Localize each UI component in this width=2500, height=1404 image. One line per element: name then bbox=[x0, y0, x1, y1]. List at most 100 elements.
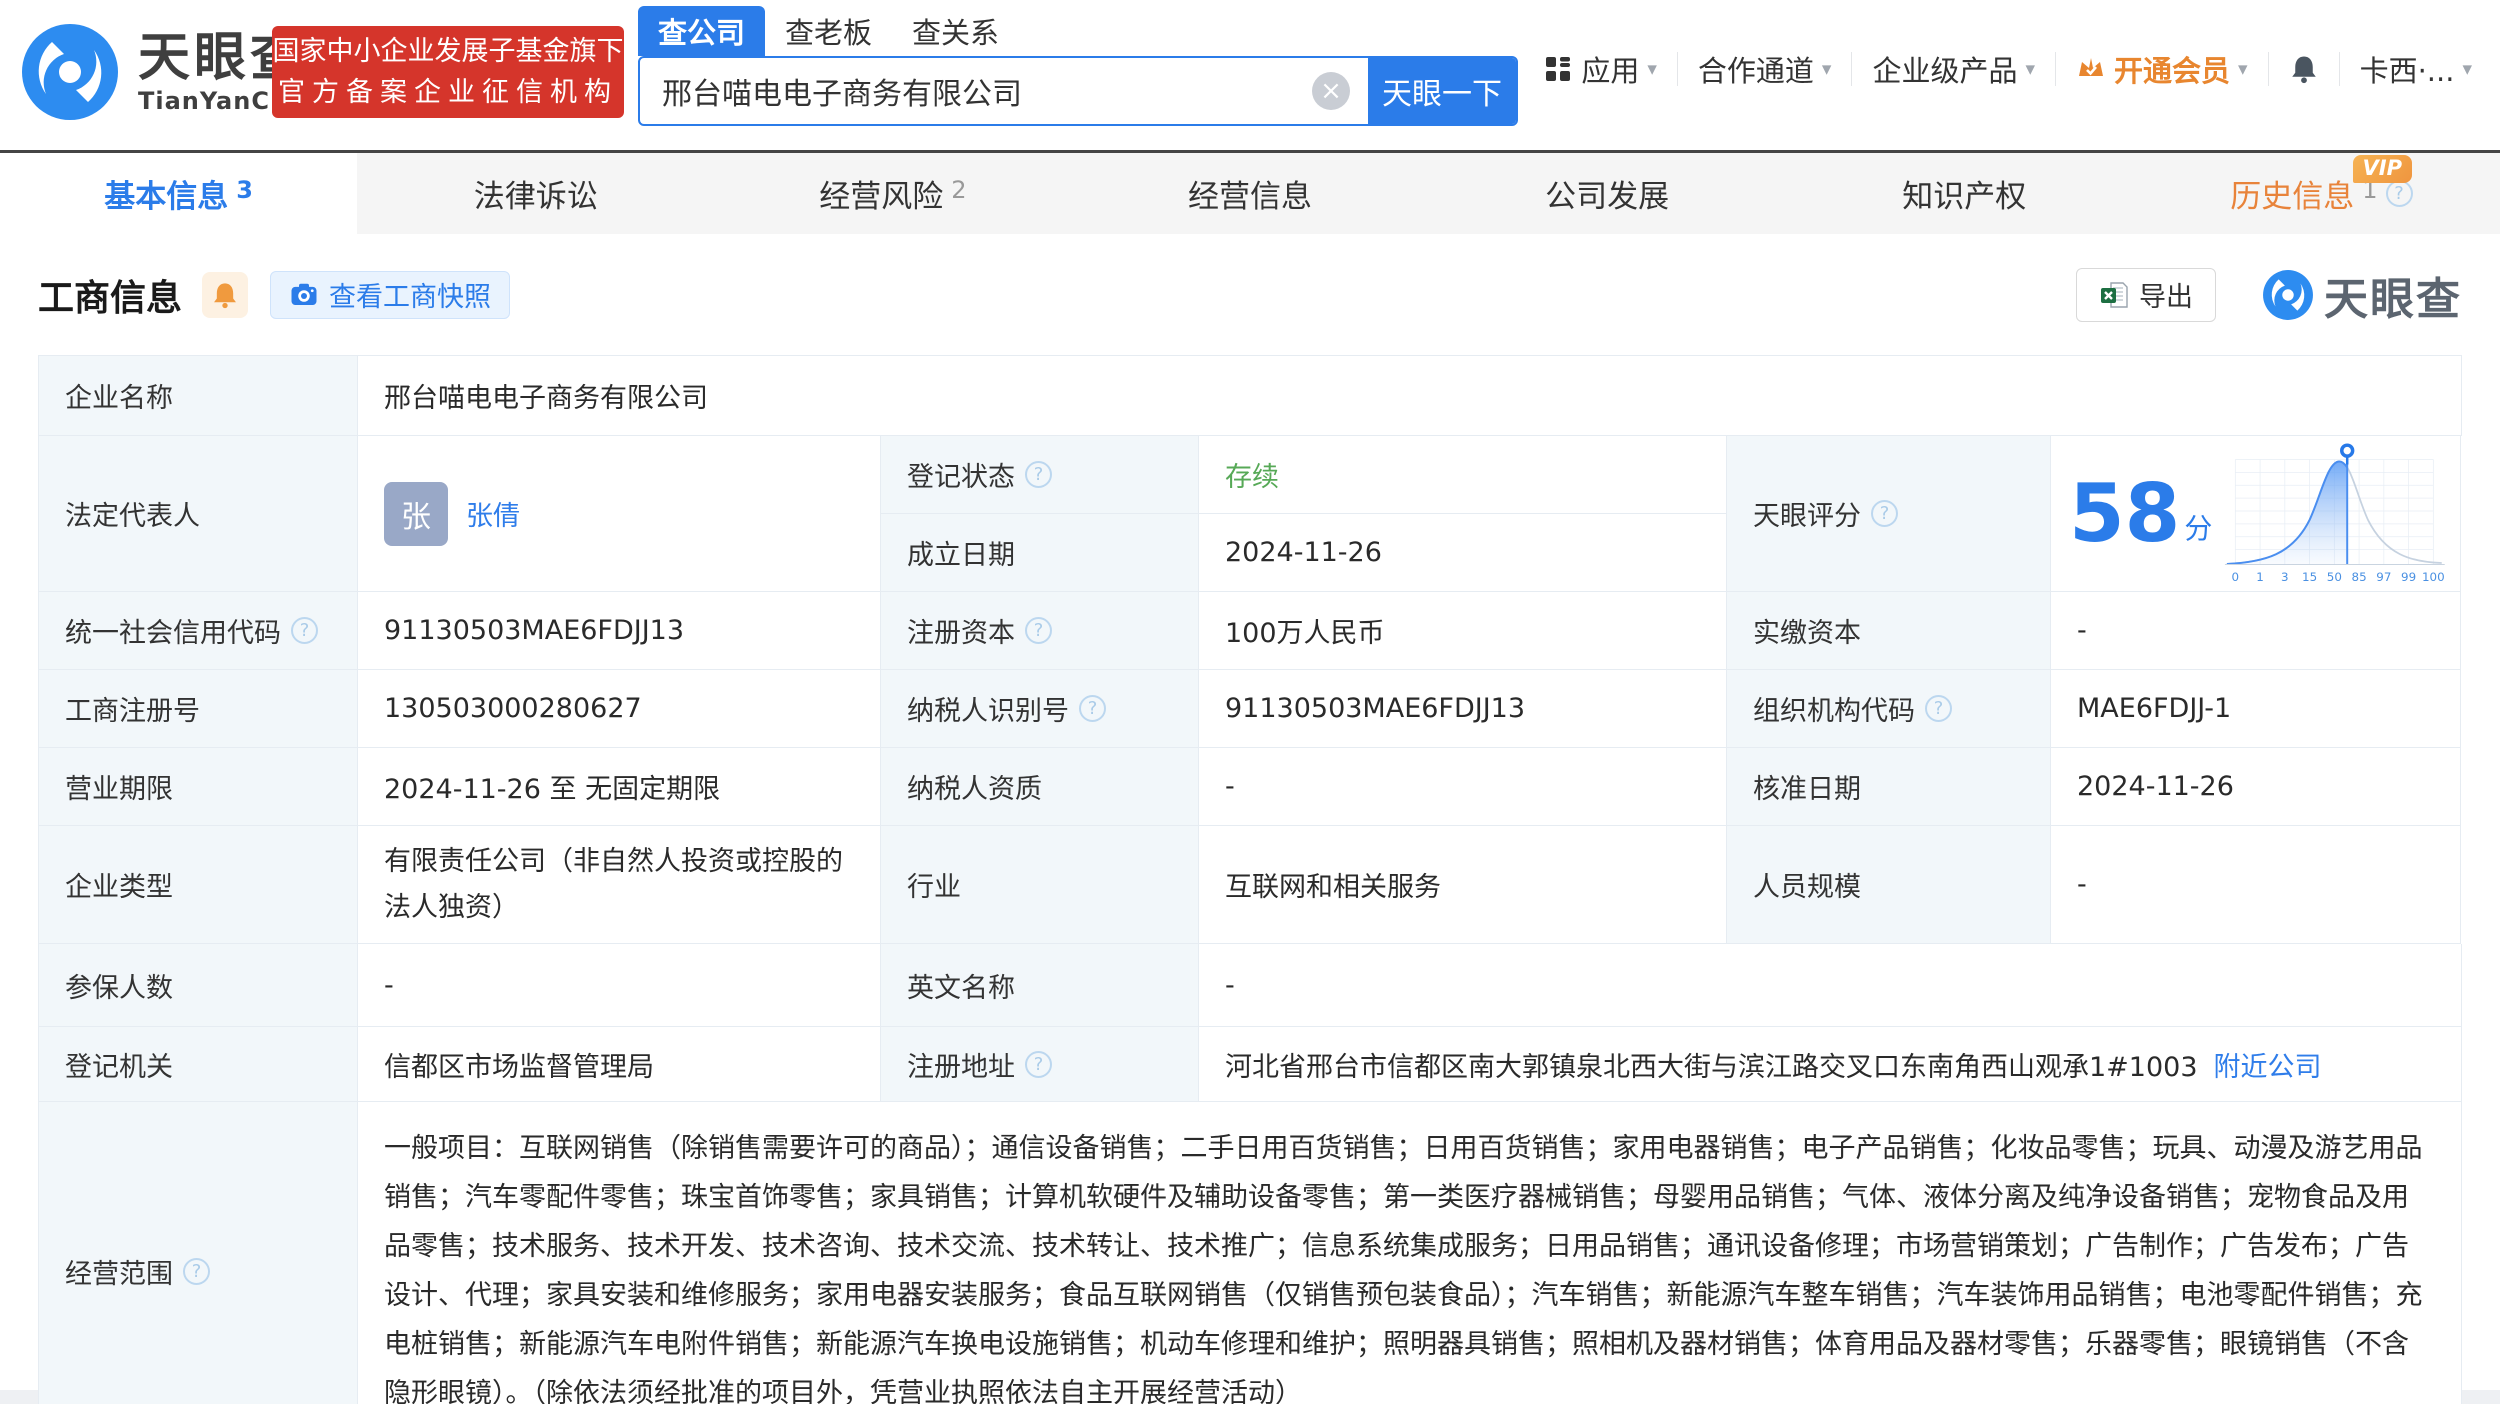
watermark-logo: 天眼查 bbox=[2262, 263, 2462, 327]
tab-intellectual-property[interactable]: 知识产权 bbox=[1786, 153, 2143, 234]
search-box: 邢台喵电电子商务有限公司 × 天眼一下 bbox=[638, 56, 1518, 126]
legal-rep-avatar[interactable]: 张 bbox=[384, 481, 448, 546]
company-name-value: 邢台喵电电子商务有限公司 bbox=[358, 356, 2462, 436]
search-tab-company[interactable]: 查公司 bbox=[638, 6, 766, 56]
help-icon[interactable]: ? bbox=[1025, 461, 1052, 488]
nav-enterprise-label: 企业级产品 bbox=[1872, 54, 2018, 88]
nav-enterprise[interactable]: 企业级产品 ▾ bbox=[1872, 48, 2035, 90]
field-label: 纳税人识别号 ? bbox=[881, 670, 1199, 748]
chart-axis-ticks: 0 1 3 15 50 85 97 99 100 bbox=[2232, 569, 2445, 583]
search-area: 查公司 查老板 查关系 邢台喵电电子商务有限公司 × 天眼一下 bbox=[638, 6, 1518, 126]
chevron-down-icon: ▾ bbox=[2462, 58, 2472, 80]
export-button[interactable]: 导出 bbox=[2076, 267, 2216, 322]
english-name-value: - bbox=[1199, 944, 2462, 1027]
tab-history-info[interactable]: VIP 历史信息 1 ? bbox=[2143, 153, 2500, 234]
field-label: 成立日期 bbox=[881, 514, 1199, 592]
field-label: 英文名称 bbox=[881, 944, 1199, 1027]
user-menu[interactable]: 卡西·... ▾ bbox=[2360, 48, 2472, 90]
help-icon[interactable]: ? bbox=[1871, 500, 1898, 527]
chevron-down-icon: ▾ bbox=[1647, 58, 1657, 80]
gov-badge-line2: 官方备案企业征信机构 bbox=[278, 77, 618, 108]
svg-text:99: 99 bbox=[2401, 569, 2416, 583]
help-icon[interactable]: ? bbox=[291, 617, 318, 644]
apps-grid-icon bbox=[1546, 57, 1571, 81]
score-distribution-chart: 0 1 3 15 50 85 97 99 100 bbox=[2225, 442, 2446, 583]
field-label: 统一社会信用代码 ? bbox=[39, 592, 358, 670]
paid-capital-value: - bbox=[2051, 592, 2461, 670]
tianyancha-logo-icon bbox=[2263, 269, 2313, 320]
legal-rep-link[interactable]: 张倩 bbox=[466, 494, 520, 533]
orange-bell-icon bbox=[214, 282, 236, 308]
search-tab-relation[interactable]: 查关系 bbox=[892, 6, 1019, 56]
gov-badge-line1: 国家中小企业发展子基金旗下 bbox=[272, 36, 624, 67]
establish-date-value: 2024-11-26 bbox=[1199, 514, 1727, 592]
svg-text:50: 50 bbox=[2327, 569, 2342, 583]
industry-value: 互联网和相关服务 bbox=[1199, 826, 1727, 944]
clear-search-icon[interactable]: × bbox=[1312, 72, 1350, 110]
nav-partner[interactable]: 合作通道 ▾ bbox=[1698, 48, 1832, 90]
field-label: 注册资本 ? bbox=[881, 592, 1199, 670]
company-tabbar: 基本信息 3 法律诉讼 经营风险 2 经营信息 公司发展 知识产权 VIP 历史信息… bbox=[0, 150, 2500, 234]
chevron-down-icon: ▾ bbox=[2238, 58, 2248, 80]
help-icon[interactable]: ? bbox=[1025, 617, 1052, 644]
svg-text:97: 97 bbox=[2377, 569, 2392, 583]
excel-icon bbox=[2101, 281, 2128, 308]
nav-open-vip[interactable]: 开通会员 ▾ bbox=[2076, 48, 2248, 90]
field-label: 工商注册号 bbox=[39, 670, 358, 748]
tab-operation-info[interactable]: 经营信息 bbox=[1071, 153, 1428, 234]
help-icon[interactable]: ? bbox=[183, 1257, 210, 1285]
export-label: 导出 bbox=[2139, 282, 2193, 313]
field-label: 核准日期 bbox=[1727, 748, 2051, 826]
chevron-down-icon: ▾ bbox=[1821, 58, 1832, 80]
tab-basic-info[interactable]: 基本信息 3 bbox=[0, 153, 358, 234]
field-label: 人员规模 bbox=[1727, 826, 2051, 944]
search-button[interactable]: 天眼一下 bbox=[1368, 58, 1516, 124]
field-label: 天眼评分 ? bbox=[1727, 436, 2051, 592]
nav-apps[interactable]: 应用 ▾ bbox=[1543, 48, 1657, 90]
help-icon[interactable]: ? bbox=[1925, 695, 1952, 722]
business-scope-value: 一般项目：互联网销售（除销售需要许可的商品）；通信设备销售；二手日用百货销售；日… bbox=[358, 1102, 2462, 1404]
svg-text:1: 1 bbox=[2257, 569, 2265, 583]
section-title: 工商信息 bbox=[38, 277, 183, 319]
camera-icon bbox=[291, 283, 317, 305]
svg-text:0: 0 bbox=[2232, 569, 2240, 583]
help-icon[interactable]: ? bbox=[2385, 180, 2413, 207]
table-row: 企业名称 邢台喵电电子商务有限公司 bbox=[39, 356, 2462, 436]
tab-badge: 2 bbox=[951, 175, 967, 204]
org-code-value: MAE6FDJJ-1 bbox=[2051, 670, 2461, 748]
table-row: 法定代表人 张 张倩 登记状态 ? 存续 成立日期 2024-11-26 天眼评… bbox=[39, 436, 2462, 592]
tab-company-development[interactable]: 公司发展 bbox=[1429, 153, 1786, 234]
field-label: 组织机构代码 ? bbox=[1727, 670, 2051, 748]
nav-vip-label: 开通会员 bbox=[2114, 54, 2231, 88]
view-snapshot-button[interactable]: 查看工商快照 bbox=[270, 270, 511, 319]
top-header: 天眼查 TianYanCha.com 国家中小企业发展子基金旗下 官方备案企业征… bbox=[0, 0, 2500, 150]
search-input[interactable]: 邢台喵电电子商务有限公司 bbox=[640, 69, 1312, 113]
nav-divider bbox=[2338, 52, 2340, 86]
search-tab-boss[interactable]: 查老板 bbox=[765, 6, 892, 56]
tab-operation-risk[interactable]: 经营风险 2 bbox=[714, 153, 1071, 234]
business-registration-table: 企业名称 邢台喵电电子商务有限公司 法定代表人 张 张倩 登记状态 ? 存续 成… bbox=[38, 355, 2462, 1404]
top-nav: 应用 ▾ 合作通道 ▾ 企业级产品 ▾ 开通会员 ▾ 卡西·... ▾ bbox=[1543, 48, 2472, 90]
legal-rep-cell: 张 张倩 bbox=[358, 436, 881, 592]
vip-badge: VIP bbox=[2352, 155, 2412, 183]
monitor-bell-button[interactable] bbox=[202, 271, 249, 318]
table-row: 统一社会信用代码 ? 91130503MAE6FDJJ13 注册资本 ? 100… bbox=[39, 592, 2462, 670]
nav-divider bbox=[2055, 52, 2057, 86]
approval-date-value: 2024-11-26 bbox=[2051, 748, 2461, 826]
field-label: 登记机关 bbox=[39, 1027, 358, 1102]
reg-status-value: 存续 bbox=[1199, 436, 1727, 514]
nav-apps-label: 应用 bbox=[1581, 54, 1640, 88]
user-name: 卡西·... bbox=[2359, 54, 2455, 88]
reg-address-value: 河北省邢台市信都区南大郭镇泉北西大街与滨江路交叉口东南角西山观承1#1003 bbox=[1225, 1051, 2198, 1083]
notification-bell-icon[interactable] bbox=[2289, 54, 2319, 84]
nav-divider bbox=[1851, 52, 1853, 86]
svg-text:15: 15 bbox=[2302, 569, 2317, 583]
watermark-text: 天眼查 bbox=[2324, 273, 2462, 325]
tab-legal-litigation[interactable]: 法律诉讼 bbox=[357, 153, 714, 234]
help-icon[interactable]: ? bbox=[1025, 1050, 1052, 1078]
field-label: 经营范围 ? bbox=[39, 1102, 358, 1404]
help-icon[interactable]: ? bbox=[1079, 695, 1106, 722]
score-cell[interactable]: 58 分 0 1 3 15 50 85 97 99 100 bbox=[2051, 436, 2461, 592]
nearby-companies-link[interactable]: 附近公司 bbox=[2214, 1045, 2322, 1084]
company-type-value: 有限责任公司（非自然人投资或控股的法人独资） bbox=[358, 826, 881, 944]
